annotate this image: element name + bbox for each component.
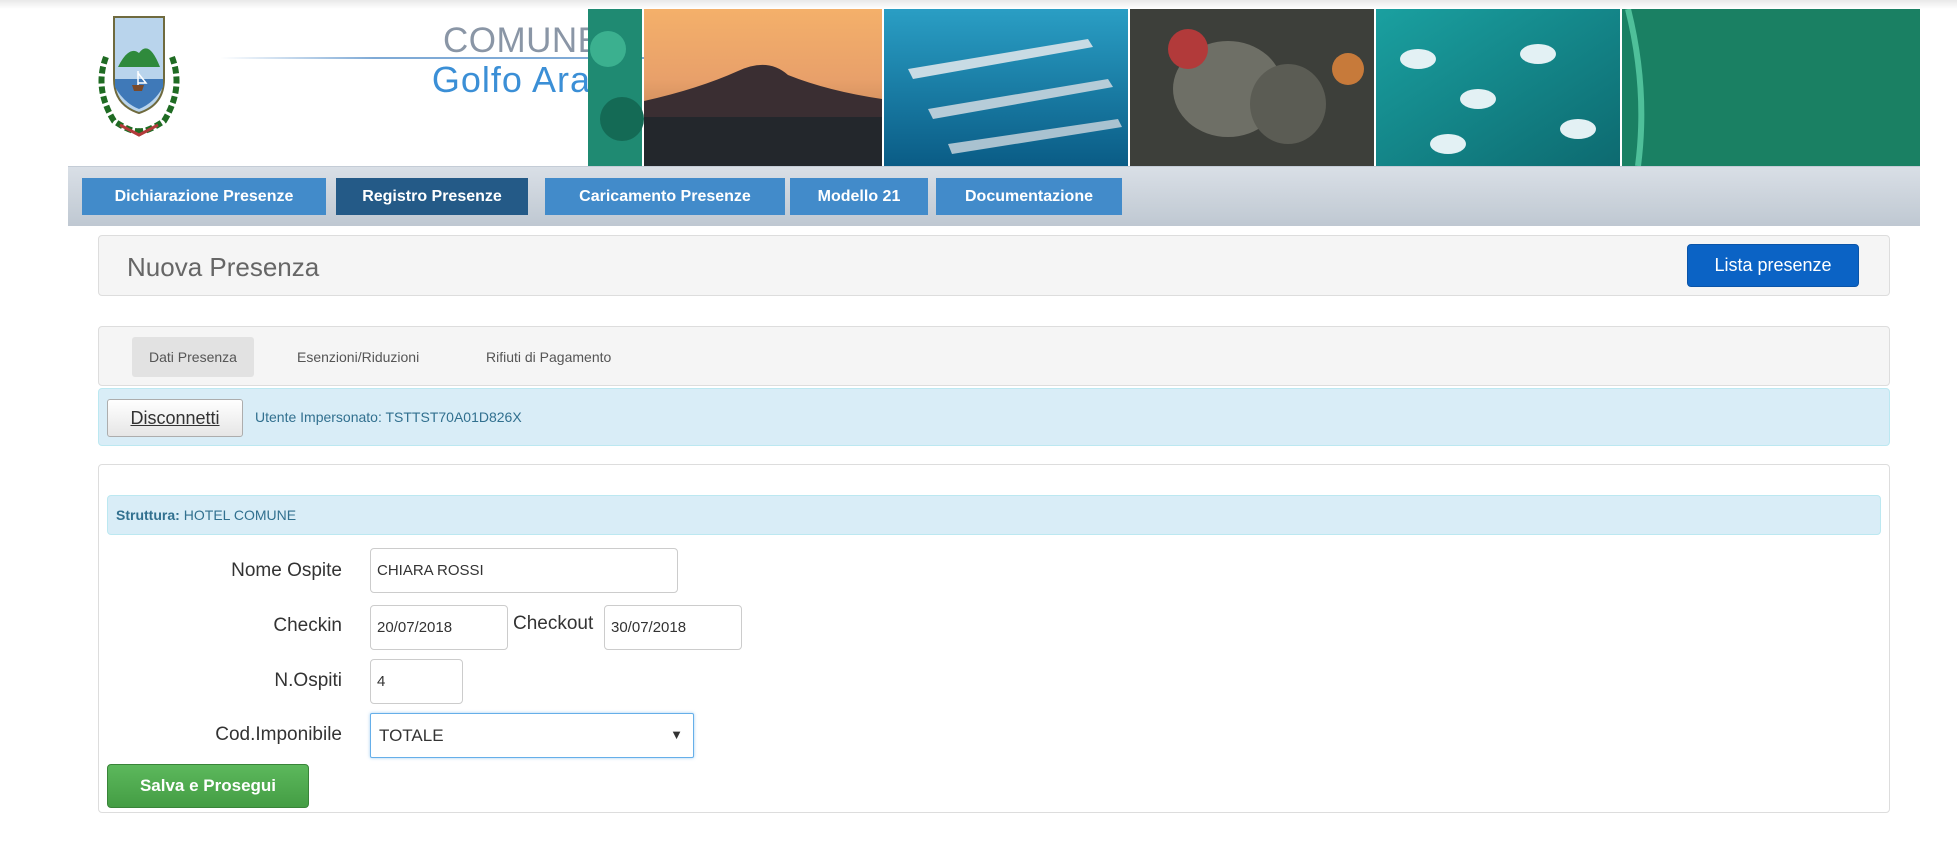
cod-imponibile-selected: TOTALE [379,725,444,745]
disconnect-button[interactable]: Disconnetti [107,399,243,437]
page: COMUNE di Golfo Aranci Dichiarazione Pre… [0,0,1957,849]
salva-prosegui-button[interactable]: Salva e Prosegui [107,764,309,808]
cod-imponibile-select[interactable]: TOTALE ▼ [370,713,694,758]
impersonation-bar: Disconnetti Utente Impersonato: TSTTST70… [98,388,1890,446]
nav-tab-caricamento-presenze[interactable]: Caricamento Presenze [545,178,785,215]
page-title: Nuova Presenza [127,252,320,282]
header-banner: COMUNE di Golfo Aranci [68,9,1920,166]
struttura-label: Struttura: [116,507,180,523]
struttura-info: Struttura: HOTEL COMUNE [107,495,1881,535]
subtab-rifiuti-pagamento[interactable]: Rifiuti di Pagamento [469,337,628,377]
chevron-down-icon: ▼ [670,727,683,742]
nav-tab-modello-21[interactable]: Modello 21 [790,178,928,215]
nome-ospite-input[interactable] [370,548,678,593]
n-ospiti-label: N.Ospiti [274,670,342,691]
cod-imponibile-label: Cod.Imponibile [215,724,342,745]
impersonated-user-label: Utente Impersonato: TSTTST70A01D826X [255,409,522,425]
nav-tab-documentazione[interactable]: Documentazione [936,178,1122,215]
header-photo-strip [588,9,1920,166]
header-title-comune: COMUNE di [442,21,640,60]
nav-tab-registro-presenze[interactable]: Registro Presenze [336,178,528,215]
n-ospiti-input[interactable] [370,659,463,704]
checkin-input[interactable] [370,605,508,650]
browser-top-strip [0,0,1957,9]
subtab-dati-presenza[interactable]: Dati Presenza [132,337,254,377]
presence-form-panel: Struttura: HOTEL COMUNE Nome Ospite Chec… [98,464,1890,813]
lista-presenze-button[interactable]: Lista presenze [1687,244,1859,287]
checkout-label: Checkout [513,613,594,634]
struttura-value: HOTEL COMUNE [183,507,297,523]
header-title-golfo: Golfo Aranci [431,59,640,100]
checkin-label: Checkin [273,615,342,636]
municipal-crest-icon [98,16,180,137]
subtab-esenzioni-riduzioni[interactable]: Esenzioni/Riduzioni [280,337,436,377]
nome-ospite-label: Nome Ospite [231,560,342,581]
sub-tabs-panel: Dati Presenza Esenzioni/Riduzioni Rifiut… [98,326,1890,386]
main-nav-bar: Dichiarazione Presenze Registro Presenze… [68,166,1920,226]
page-heading-panel: Nuova Presenza Lista presenze [98,235,1890,296]
checkout-input[interactable] [604,605,742,650]
nav-tab-dichiarazione-presenze[interactable]: Dichiarazione Presenze [82,178,326,215]
